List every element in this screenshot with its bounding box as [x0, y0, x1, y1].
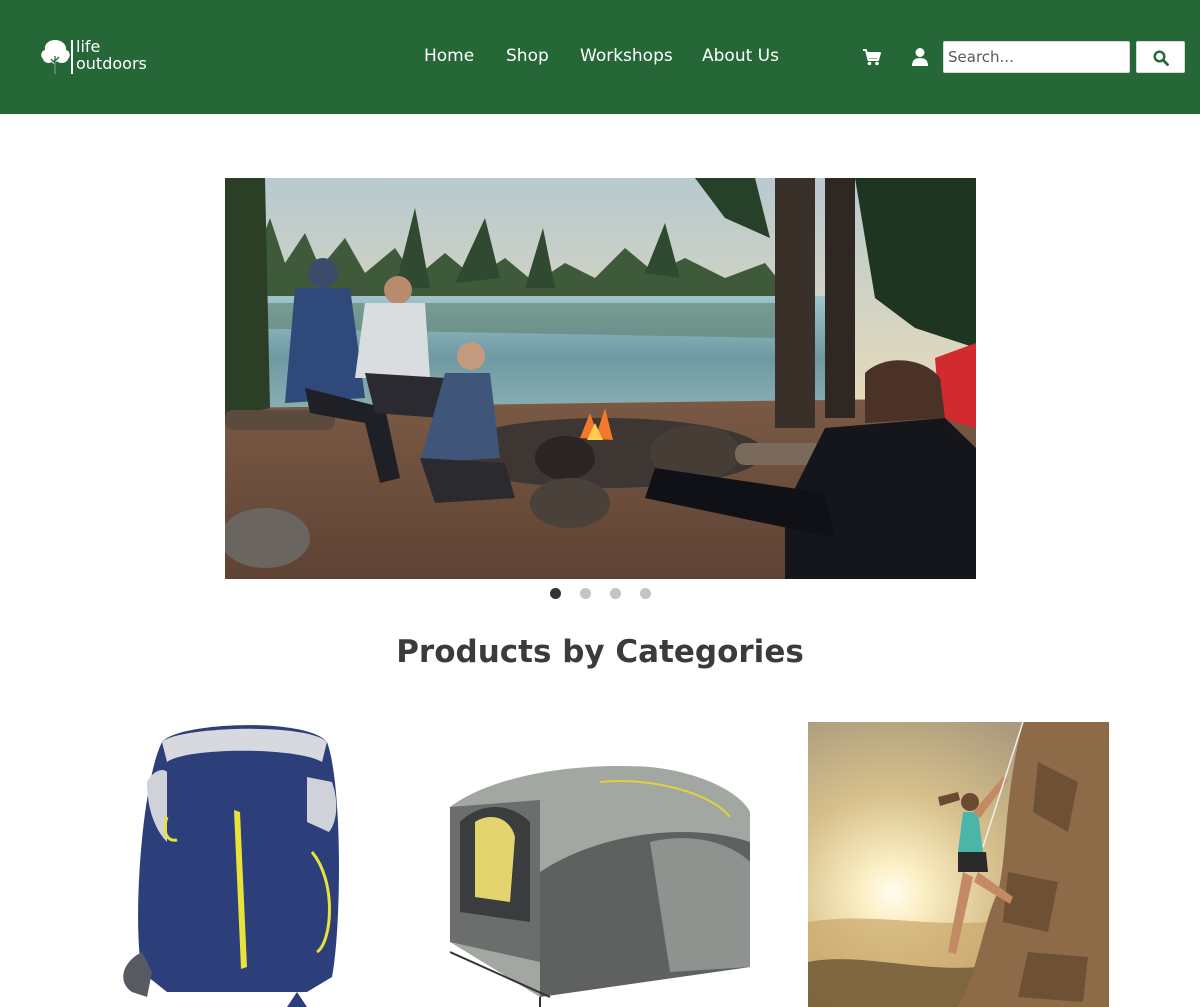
backpack-image — [107, 722, 408, 1007]
category-climbing[interactable] — [808, 722, 1109, 1007]
category-tents[interactable] — [450, 722, 751, 1007]
search-button[interactable] — [1136, 41, 1185, 73]
nav-about-us[interactable]: About Us — [702, 46, 779, 66]
logo-text: life outdoors — [76, 38, 147, 72]
tree-logo-icon — [41, 40, 70, 74]
logo-line-2: outdoors — [76, 54, 147, 73]
carousel-dots — [550, 588, 660, 600]
carousel-dot-2[interactable] — [580, 588, 591, 599]
search-input[interactable] — [943, 41, 1130, 73]
campfire-lake-photo — [225, 178, 976, 579]
logo-line-1: life — [76, 37, 101, 56]
carousel-dot-4[interactable] — [640, 588, 651, 599]
category-backpacks[interactable] — [107, 722, 408, 1007]
nav-workshops[interactable]: Workshops — [580, 46, 673, 66]
climbing-image — [808, 722, 1109, 1007]
nav-home[interactable]: Home — [424, 46, 474, 66]
site-logo[interactable]: life outdoors — [40, 38, 160, 78]
tent-image — [450, 722, 751, 1007]
hero-carousel-image[interactable] — [225, 178, 976, 579]
nav-shop[interactable]: Shop — [506, 46, 549, 66]
site-header: life outdoors Home Shop Workshops About … — [0, 0, 1200, 114]
carousel-dot-3[interactable] — [610, 588, 621, 599]
cart-icon[interactable] — [862, 47, 882, 67]
carousel-dot-1[interactable] — [550, 588, 561, 599]
search-icon — [1153, 50, 1169, 66]
user-icon[interactable] — [911, 47, 929, 67]
logo-divider — [71, 40, 73, 74]
section-title: Products by Categories — [396, 634, 804, 670]
